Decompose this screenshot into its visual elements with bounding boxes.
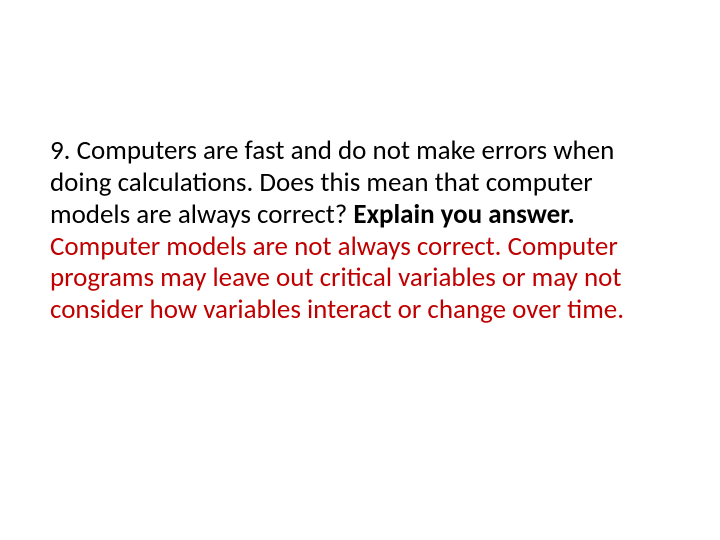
question-block: 9. Computers are fast and do not make er…: [50, 135, 670, 231]
slide-content: 9. Computers are fast and do not make er…: [50, 135, 670, 326]
question-number: 9.: [50, 134, 71, 167]
question-instruction: Explain you answer.: [353, 198, 574, 231]
answer-text: Computer models are not always correct. …: [50, 231, 670, 327]
